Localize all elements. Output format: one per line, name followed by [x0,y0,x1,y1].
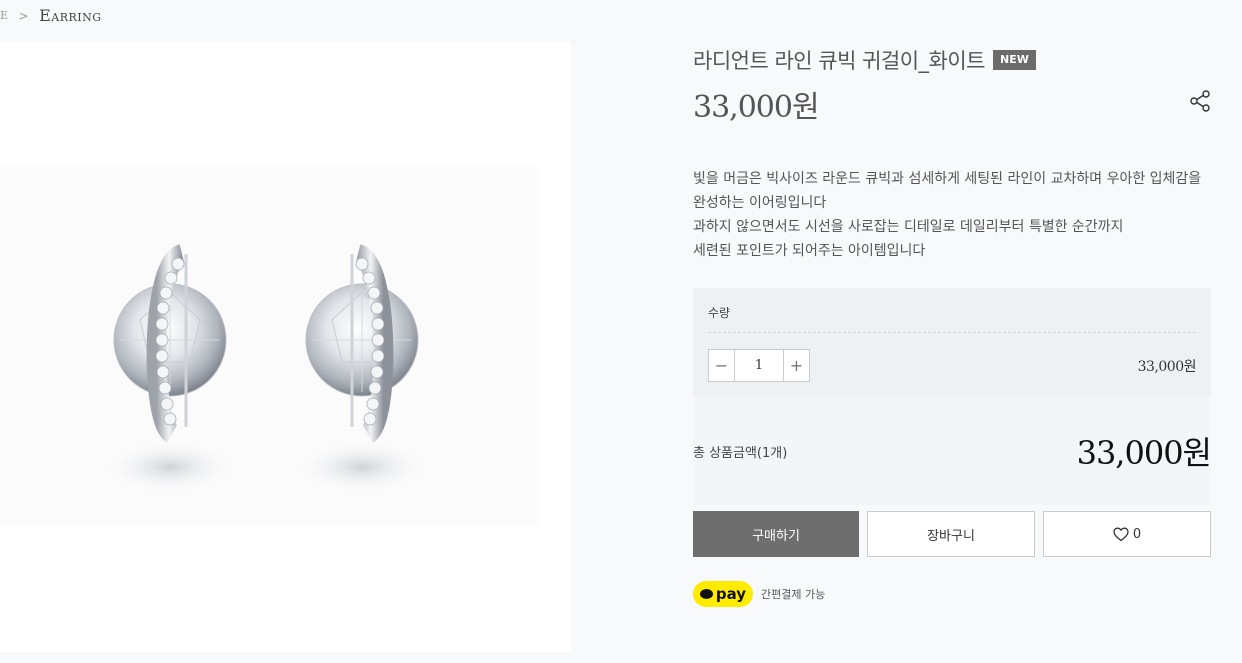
line-price: 33,000원 [1137,358,1197,375]
product-info: 라디언트 라인 큐빅 귀걸이_화이트 NEW 33,000원 [693,44,1211,126]
description-line: 세련된 포인트가 되어주는 아이템입니다 [693,243,926,259]
kakaopay-note: 간편결제 가능 [761,588,826,601]
price-row: 33,000원 [693,82,1211,126]
breadcrumb-prev[interactable]: E [0,9,9,22]
kakaopay-row: pay 간편결제 가능 [693,581,825,607]
share-icon[interactable] [1189,90,1211,112]
total-price: 33,000원 [1076,434,1212,472]
action-buttons: 구매하기 장바구니 0 [693,511,1211,557]
description-line: 완성하는 이어링입니다 [693,195,827,211]
buy-button[interactable]: 구매하기 [693,511,859,557]
cart-button[interactable]: 장바구니 [867,511,1035,557]
description-line: 과하지 않으면서도 시선을 사로잡는 디테일로 데일리부터 특별한 순간까지 [693,219,1124,235]
product-description: 빛을 머금은 빅사이즈 라운드 큐빅과 섬세하게 세팅된 라인이 교차하며 우아… [693,167,1213,263]
wishlist-button[interactable]: 0 [1043,511,1211,557]
minus-button[interactable]: − [709,350,734,381]
kakaopay-label: pay [715,585,747,603]
new-badge: NEW [993,50,1036,70]
product-price: 33,000원 [693,90,820,125]
quantity-row: − + 33,000원 [708,349,1197,382]
quantity-label: 수량 [708,288,1196,333]
earrings-illustration [0,167,540,527]
title-row: 라디언트 라인 큐빅 귀걸이_화이트 NEW [693,44,1211,76]
kakao-bubble-icon [699,589,713,599]
total-label: 총 상품금액(1개) [693,445,788,461]
description-line: 빛을 머금은 빅사이즈 라운드 큐빅과 섬세하게 세팅된 라인이 교차하며 우아… [693,171,1202,187]
product-title: 라디언트 라인 큐빅 귀걸이_화이트 [693,49,986,73]
quantity-panel: 수량 − + 33,000원 [693,288,1211,397]
breadcrumb: E > Earring [0,6,102,25]
quantity-stepper[interactable]: − + [708,349,810,382]
total-panel: 총 상품금액(1개) 33,000원 [693,397,1212,505]
wishlist-count: 0 [1132,526,1142,542]
kakaopay-badge[interactable]: pay [693,581,753,607]
plus-button[interactable]: + [784,350,809,381]
heart-icon [1113,527,1129,541]
breadcrumb-separator: > [18,8,30,23]
quantity-input[interactable] [734,350,784,381]
breadcrumb-current[interactable]: Earring [39,6,101,25]
product-image [0,42,571,652]
